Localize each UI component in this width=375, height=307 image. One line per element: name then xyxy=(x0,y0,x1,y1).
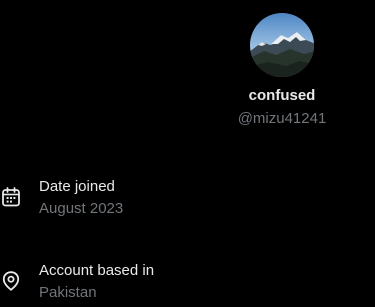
profile-header: confused @mizu41241 xyxy=(218,13,346,128)
date-joined-value: August 2023 xyxy=(39,200,124,217)
account-location-label: Account based in xyxy=(39,262,155,279)
calendar-icon xyxy=(2,187,20,207)
date-joined-label: Date joined xyxy=(39,178,115,195)
location-pin-icon xyxy=(2,271,20,291)
date-joined-row: Date joined August 2023 xyxy=(0,178,375,218)
account-location-value: Pakistan xyxy=(39,284,97,301)
account-location-row: Account based in Pakistan xyxy=(0,262,375,302)
profile-avatar[interactable] xyxy=(250,13,314,77)
display-name: confused xyxy=(248,87,316,104)
username-handle: @mizu41241 xyxy=(237,110,327,127)
